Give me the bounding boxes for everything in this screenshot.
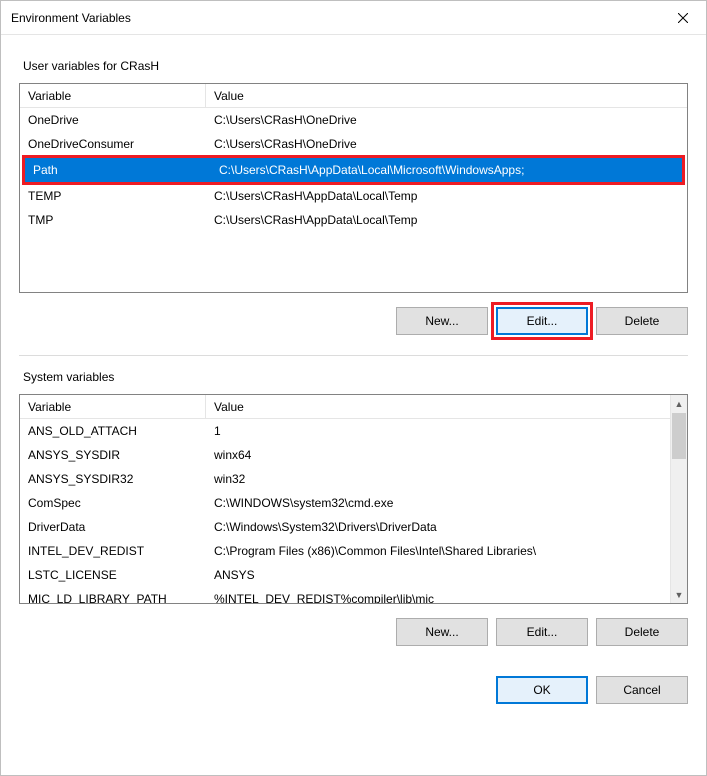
variable-name: MIC_LD_LIBRARY_PATH (20, 592, 206, 604)
cancel-button[interactable]: Cancel (596, 676, 688, 704)
table-row[interactable]: TMPC:\Users\CRasH\AppData\Local\Temp (20, 208, 687, 232)
variable-value: winx64 (206, 448, 670, 462)
system-buttons-row: New... Edit... Delete (19, 618, 688, 646)
variable-name: ANS_OLD_ATTACH (20, 424, 206, 438)
list-header: Variable Value (20, 84, 687, 108)
scroll-down-button[interactable]: ▼ (671, 586, 687, 603)
system-edit-button[interactable]: Edit... (496, 618, 588, 646)
variable-name: ComSpec (20, 496, 206, 510)
close-icon (678, 13, 688, 23)
variable-value: C:\Users\CRasH\AppData\Local\Microsoft\W… (211, 163, 682, 177)
table-row[interactable]: ANSYS_SYSDIR32win32 (20, 467, 670, 491)
user-variables-group: User variables for CRasH Variable Value … (19, 45, 688, 335)
titlebar: Environment Variables (1, 1, 706, 35)
variable-name: TEMP (20, 189, 206, 203)
user-edit-button[interactable]: Edit... (496, 307, 588, 335)
table-row[interactable]: OneDriveConsumerC:\Users\CRasH\OneDrive (20, 132, 687, 156)
variable-value: C:\Users\CRasH\OneDrive (206, 137, 687, 151)
table-row[interactable]: OneDriveC:\Users\CRasH\OneDrive (20, 108, 687, 132)
variable-name: LSTC_LICENSE (20, 568, 206, 582)
user-variables-label: User variables for CRasH (23, 59, 684, 73)
system-variables-label: System variables (23, 370, 684, 384)
variable-value: C:\Windows\System32\Drivers\DriverData (206, 520, 670, 534)
variable-name: ANSYS_SYSDIR32 (20, 472, 206, 486)
dialog-title: Environment Variables (11, 11, 660, 25)
dialog-footer: OK Cancel (19, 676, 688, 704)
table-row[interactable]: INTEL_DEV_REDISTC:\Program Files (x86)\C… (20, 539, 670, 563)
list-header: Variable Value (20, 395, 687, 419)
column-header-variable[interactable]: Variable (20, 395, 206, 418)
column-header-value[interactable]: Value (206, 395, 687, 418)
variable-name: OneDrive (20, 113, 206, 127)
table-row[interactable]: PathC:\Users\CRasH\AppData\Local\Microso… (25, 158, 682, 182)
user-delete-button[interactable]: Delete (596, 307, 688, 335)
user-new-button[interactable]: New... (396, 307, 488, 335)
scroll-up-button[interactable]: ▲ (671, 395, 687, 412)
column-header-value[interactable]: Value (206, 84, 687, 107)
variable-value: C:\Program Files (x86)\Common Files\Inte… (206, 544, 670, 558)
variable-value: C:\Users\CRasH\AppData\Local\Temp (206, 213, 687, 227)
variable-name: OneDriveConsumer (20, 137, 206, 151)
variable-name: ANSYS_SYSDIR (20, 448, 206, 462)
selected-row-highlight: PathC:\Users\CRasH\AppData\Local\Microso… (22, 155, 685, 185)
user-buttons-row: New... Edit... Delete (19, 307, 688, 335)
system-new-button[interactable]: New... (396, 618, 488, 646)
variable-value: C:\WINDOWS\system32\cmd.exe (206, 496, 670, 510)
system-delete-button[interactable]: Delete (596, 618, 688, 646)
system-variables-list[interactable]: Variable Value ANS_OLD_ATTACH1ANSYS_SYSD… (19, 394, 688, 604)
edit-button-highlight: Edit... (491, 302, 593, 340)
variable-value: ANSYS (206, 568, 670, 582)
ok-button[interactable]: OK (496, 676, 588, 704)
table-row[interactable]: TEMPC:\Users\CRasH\AppData\Local\Temp (20, 184, 687, 208)
variable-value: 1 (206, 424, 670, 438)
table-row[interactable]: ANSYS_SYSDIRwinx64 (20, 443, 670, 467)
table-row[interactable]: ANS_OLD_ATTACH1 (20, 419, 670, 443)
dialog-content: User variables for CRasH Variable Value … (1, 35, 706, 775)
variable-value: C:\Users\CRasH\OneDrive (206, 113, 687, 127)
table-row[interactable]: LSTC_LICENSEANSYS (20, 563, 670, 587)
variable-name: DriverData (20, 520, 206, 534)
column-header-variable[interactable]: Variable (20, 84, 206, 107)
variable-name: Path (25, 163, 211, 177)
user-variables-list[interactable]: Variable Value OneDriveC:\Users\CRasH\On… (19, 83, 688, 293)
variable-value: win32 (206, 472, 670, 486)
system-list-scrollbar[interactable]: ▲ ▼ (670, 395, 687, 603)
environment-variables-dialog: Environment Variables User variables for… (0, 0, 707, 776)
variable-name: TMP (20, 213, 206, 227)
table-row[interactable]: DriverDataC:\Windows\System32\Drivers\Dr… (20, 515, 670, 539)
table-row[interactable]: ComSpecC:\WINDOWS\system32\cmd.exe (20, 491, 670, 515)
scroll-thumb[interactable] (672, 413, 686, 459)
variable-value: %INTEL_DEV_REDIST%compiler\lib\mic (206, 592, 670, 604)
system-variables-group: System variables Variable Value ANS_OLD_… (19, 356, 688, 646)
table-row[interactable]: MIC_LD_LIBRARY_PATH%INTEL_DEV_REDIST%com… (20, 587, 670, 604)
close-button[interactable] (660, 2, 706, 34)
variable-name: INTEL_DEV_REDIST (20, 544, 206, 558)
variable-value: C:\Users\CRasH\AppData\Local\Temp (206, 189, 687, 203)
